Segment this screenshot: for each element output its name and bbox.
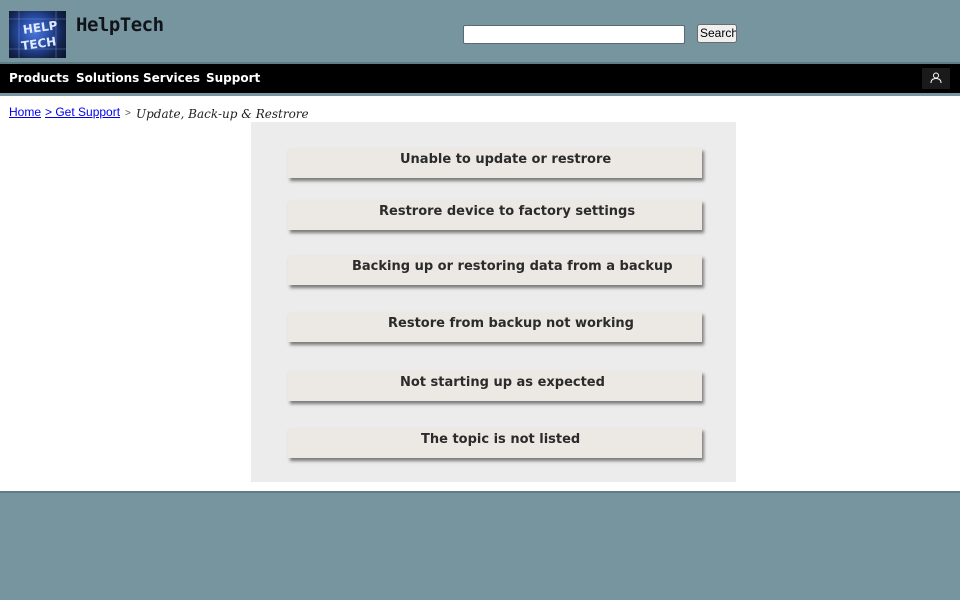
- search-button[interactable]: Search: [697, 24, 737, 43]
- nav-item-services[interactable]: Services: [143, 71, 200, 85]
- nav-item-support[interactable]: Support: [206, 71, 260, 85]
- breadcrumb-current: Update, Back-up & Restrore: [136, 107, 309, 121]
- topic-label: Backing up or restoring data from a back…: [352, 259, 673, 274]
- topic-label: The topic is not listed: [421, 432, 581, 447]
- nav-item-solutions[interactable]: Solutions: [76, 71, 139, 85]
- footer: [0, 493, 960, 600]
- topic-label: Restore from backup not working: [388, 316, 634, 331]
- header: HELP TECH HelpTech Search: [0, 0, 960, 62]
- navbar-bottom-divider: [0, 93, 960, 96]
- topic-item[interactable]: Restore from backup not working: [288, 312, 702, 342]
- main-nav: Products Solutions Services Support: [0, 64, 960, 93]
- breadcrumb-separator: >: [125, 108, 131, 119]
- topic-item[interactable]: The topic is not listed: [288, 428, 702, 458]
- topic-label: Unable to update or restrore: [400, 152, 612, 167]
- breadcrumb-get-support-link[interactable]: > Get Support: [45, 105, 120, 119]
- topic-item[interactable]: Not starting up as expected: [288, 371, 702, 401]
- search-input[interactable]: [463, 25, 685, 44]
- topic-item[interactable]: Backing up or restoring data from a back…: [288, 255, 702, 285]
- nav-item-products[interactable]: Products: [9, 71, 69, 85]
- topic-item[interactable]: Restrore device to factory settings: [288, 200, 702, 230]
- svg-text:TECH: TECH: [20, 34, 57, 53]
- account-button[interactable]: [922, 68, 950, 89]
- topic-label: Not starting up as expected: [400, 375, 605, 390]
- helptech-logo[interactable]: HELP TECH: [9, 11, 66, 58]
- brand-name[interactable]: HelpTech: [76, 14, 164, 36]
- breadcrumb-home-link[interactable]: Home: [9, 105, 41, 119]
- topic-label: Restrore device to factory settings: [379, 204, 636, 219]
- user-icon: [930, 72, 942, 84]
- topic-item[interactable]: Unable to update or restrore: [288, 148, 702, 178]
